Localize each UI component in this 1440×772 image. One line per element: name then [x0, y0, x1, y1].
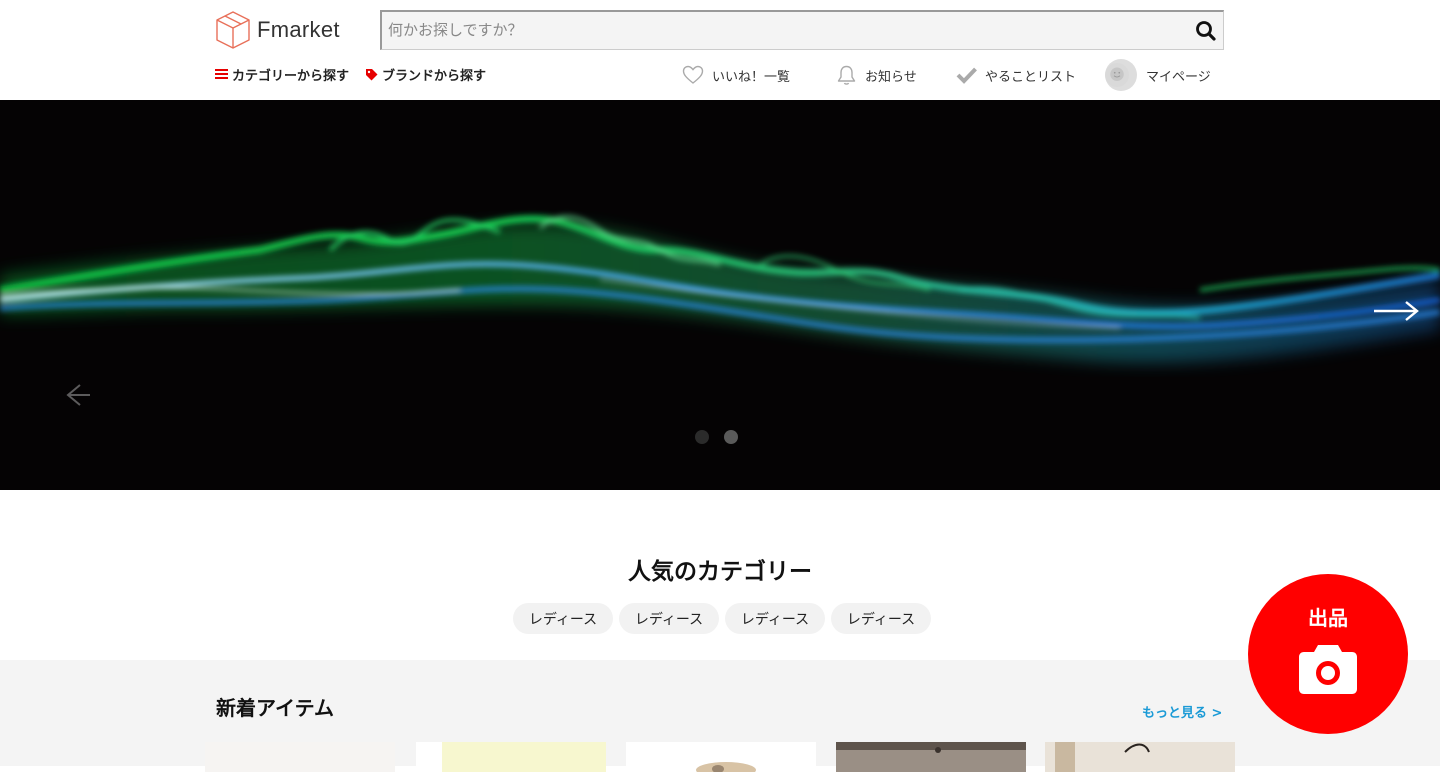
check-icon — [956, 67, 977, 84]
item-image — [1045, 742, 1235, 772]
todo-label: やることリスト — [985, 69, 1077, 85]
browse-brand-label: ブランドから探す — [382, 68, 487, 84]
item-thumbnail[interactable] — [205, 742, 395, 772]
new-items-title: 新着アイテム — [216, 696, 334, 720]
mypage-link[interactable]: マイページ — [1105, 59, 1211, 91]
likes-link[interactable]: いいね！一覧 — [682, 60, 790, 90]
site-header: Fmarket カテゴリーから探す ブランドから探す — [0, 0, 1440, 100]
logo-text: Fmarket — [257, 17, 340, 42]
carousel-dot-2[interactable] — [724, 430, 738, 444]
browse-nav: カテゴリーから探す ブランドから探す — [215, 64, 502, 84]
user-face-icon — [1105, 63, 1129, 87]
browse-brand-link[interactable]: ブランドから探す — [365, 65, 486, 84]
sell-button[interactable]: 出品 — [1248, 574, 1408, 734]
category-chip[interactable]: レディース — [831, 603, 931, 634]
avatar — [1105, 59, 1137, 91]
category-chip[interactable]: レディース — [725, 603, 825, 634]
heart-icon — [682, 65, 704, 84]
category-chip[interactable]: レディース — [513, 603, 613, 634]
category-chips: レディース レディース レディース レディース — [513, 603, 931, 634]
carousel-next-arrow-icon[interactable] — [1372, 296, 1420, 326]
item-thumbnail[interactable] — [836, 742, 1026, 772]
logo[interactable]: Fmarket — [215, 10, 355, 50]
bell-icon — [837, 65, 856, 85]
new-items-section: 新着アイテム もっと見る > — [0, 660, 1440, 772]
browse-category-label: カテゴリーから探す — [232, 68, 350, 84]
tag-icon — [366, 68, 378, 80]
notifications-link[interactable]: お知らせ — [836, 60, 917, 90]
carousel-dot-1[interactable] — [695, 430, 709, 444]
box-logo-icon — [216, 11, 250, 49]
likes-label: いいね！一覧 — [712, 69, 791, 85]
item-thumbnail[interactable] — [416, 742, 606, 772]
search-input[interactable] — [382, 12, 1182, 48]
item-thumbnail[interactable] — [626, 742, 816, 772]
item-thumbnail[interactable] — [1045, 742, 1235, 772]
carousel-prev-arrow-icon[interactable] — [60, 380, 90, 410]
search-bar — [380, 10, 1224, 50]
menu-icon — [215, 69, 228, 79]
camera-icon — [1299, 645, 1357, 694]
see-more-link[interactable]: もっと見る > — [1142, 702, 1222, 721]
item-image — [416, 742, 606, 772]
sell-button-label: 出品 — [1308, 606, 1348, 630]
item-image — [836, 742, 1026, 772]
browse-category-link[interactable]: カテゴリーから探す — [215, 65, 349, 84]
hero-carousel — [0, 100, 1440, 490]
search-icon[interactable] — [1193, 18, 1219, 44]
popular-categories-title: 人気のカテゴリー — [628, 559, 812, 585]
item-image — [205, 742, 395, 772]
item-image — [626, 742, 816, 772]
category-chip[interactable]: レディース — [619, 603, 719, 634]
mypage-label: マイページ — [1146, 69, 1211, 85]
carousel-dots — [695, 430, 738, 444]
todo-link[interactable]: やることリスト — [956, 60, 1076, 90]
notifications-label: お知らせ — [865, 69, 917, 85]
